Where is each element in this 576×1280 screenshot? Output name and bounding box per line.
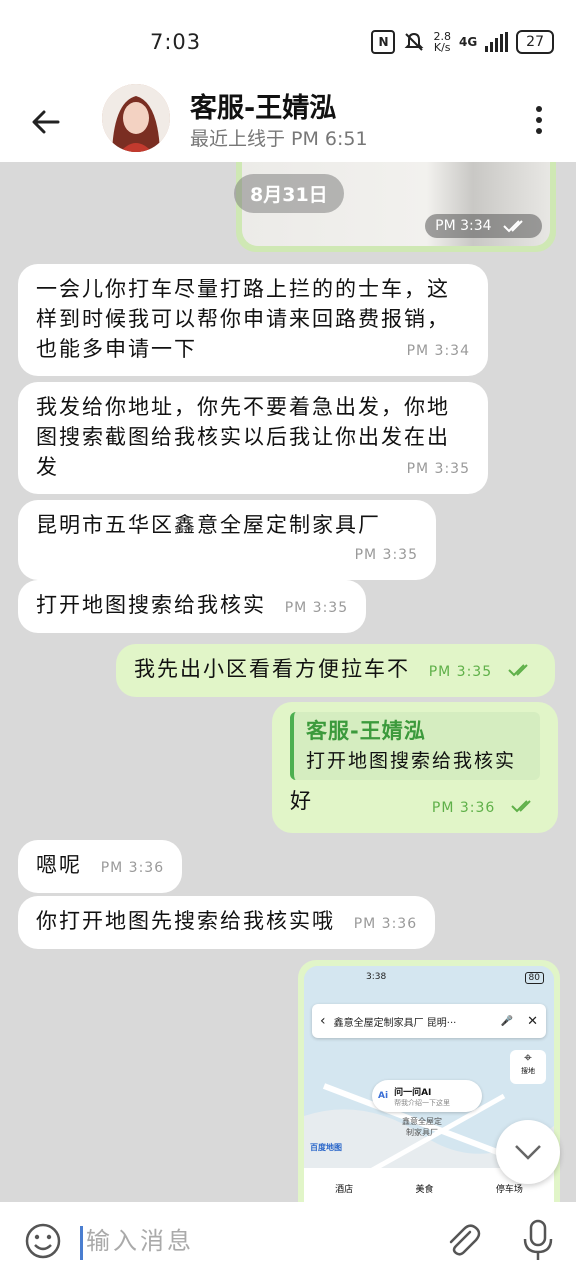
category-parking: 停车场 <box>495 1184 523 1195</box>
chevron-left-icon: ‹ <box>320 1013 326 1029</box>
message-time: PM 3:36 <box>100 860 165 876</box>
microphone-icon[interactable] <box>518 1218 558 1262</box>
screenshot-search-bar: ‹ 鑫意全屋定制家具厂 昆明··· 🎤 ✕ <box>312 1004 546 1038</box>
contact-name[interactable]: 客服-王婧泓 <box>190 86 336 125</box>
network-speed: 2.8 K/s <box>433 31 451 53</box>
dot-icon <box>536 128 542 134</box>
message-bubble[interactable]: 打开地图搜索给我核实 PM 3:35 <box>18 580 367 633</box>
dot-icon <box>536 106 542 112</box>
quoted-text: 打开地图搜索给我核实 <box>306 750 517 772</box>
status-bar: 7:03 N 2.8 K/s 4G 27 <box>0 0 576 84</box>
last-seen-status: 最近上线于 PM 6:51 <box>190 128 368 150</box>
speed-unit: K/s <box>433 41 451 54</box>
message-time: PM 3:36 <box>353 916 418 932</box>
text-cursor <box>80 1226 83 1260</box>
quoted-sender: 客服-王婧泓 <box>306 719 426 743</box>
message-time: PM 3:35 <box>284 600 349 616</box>
screenshot-time: 3:38 <box>366 972 387 982</box>
screenshot-search-text: 鑫意全屋定制家具厂 昆明··· <box>333 1017 457 1029</box>
dot-icon <box>536 117 542 123</box>
message-bubble[interactable]: 昆明市五华区鑫意全屋定制家具厂 PM 3:35 <box>18 500 436 580</box>
message-time-text: PM 3:34 <box>435 218 492 234</box>
message-bubble[interactable]: 我先出小区看看方便拉车不 PM 3:35 <box>116 644 555 697</box>
location-label: 搜地 <box>521 1067 535 1075</box>
message-input-bar <box>0 1202 576 1280</box>
message-time: PM 3:35 <box>428 664 493 680</box>
battery-icon: 27 <box>516 30 554 54</box>
message-time: PM 3:34 <box>425 214 542 238</box>
mute-bell-icon <box>405 32 424 51</box>
map-brand-label: 百度地图 <box>310 1143 342 1152</box>
avatar-image <box>102 84 170 152</box>
message-text: 昆明市五华区鑫意全屋定制家具厂 <box>36 513 381 537</box>
message-time: PM 3:34 <box>406 343 470 359</box>
message-time: PM 3:35 <box>354 547 418 563</box>
status-icons: N 2.8 K/s 4G 27 <box>371 30 554 54</box>
arrow-left-icon <box>32 110 60 134</box>
message-text: 我发给你地址，你先不要着急出发，你地图搜索截图给我核实以后我让你出发在出发 <box>36 395 450 479</box>
ai-icon: Ai <box>378 1091 389 1101</box>
screenshot-location-button: ⌖ 搜地 <box>510 1050 546 1084</box>
message-text: 一会儿你打车尽量打路上拦的的士车，这样到时候我可以帮你申请来回路费报销，也能多申… <box>36 277 450 361</box>
read-check-icon <box>511 800 531 813</box>
message-text: 你打开地图先搜索给我核实哦 <box>36 909 335 933</box>
paperclip-icon[interactable] <box>442 1220 482 1260</box>
avatar[interactable] <box>102 84 170 152</box>
location-pin-icon: ⌖ <box>524 1050 532 1066</box>
message-text: 我先出小区看看方便拉车不 <box>134 657 410 681</box>
chat-area[interactable]: PM 3:34 8月31日 一会儿你打车尽量打路上拦的的士车，这样到时候我可以帮… <box>0 162 576 1202</box>
read-check-icon <box>508 664 528 677</box>
message-time: PM 3:35 <box>406 461 470 477</box>
message-text: 嗯呢 <box>36 853 82 877</box>
chat-header: 客服-王婧泓 最近上线于 PM 6:51 <box>0 84 576 162</box>
message-bubble[interactable]: 嗯呢 PM 3:36 <box>18 840 183 893</box>
message-input[interactable] <box>84 1220 418 1262</box>
quoted-message[interactable]: 客服-王婧泓 打开地图搜索给我核实 <box>290 712 540 780</box>
date-separator: 8月31日 <box>234 174 344 213</box>
ai-sub: 帮我介绍一下这里 <box>394 1098 451 1107</box>
read-check-icon <box>503 220 523 233</box>
message-bubble[interactable]: 我发给你地址，你先不要着急出发，你地图搜索截图给我核实以后我让你出发在出发 PM… <box>18 382 488 494</box>
message-text: 好 <box>290 789 313 813</box>
nfc-icon: N <box>371 30 396 54</box>
screenshot-ai-button: Ai 问一问AI 帮我介绍一下这里 <box>372 1080 482 1112</box>
screenshot-battery: 80 <box>524 972 544 984</box>
message-bubble[interactable]: 你打开地图先搜索给我核实哦 PM 3:36 <box>18 896 436 949</box>
category-hotel: 酒店 <box>335 1184 354 1195</box>
category-food: 美食 <box>415 1184 434 1195</box>
message-text: 打开地图搜索给我核实 <box>36 593 266 617</box>
network-type: 4G <box>458 35 478 49</box>
emoji-icon[interactable] <box>24 1222 62 1260</box>
more-options-button[interactable] <box>524 100 554 140</box>
mic-icon: 🎤 <box>500 1015 514 1027</box>
chevron-down-icon <box>515 1145 541 1160</box>
back-button[interactable] <box>26 102 66 142</box>
scroll-down-button[interactable] <box>496 1120 560 1184</box>
map-place-label: 鑫意全屋定 制家具厂 <box>402 1117 442 1137</box>
status-time: 7:03 <box>150 30 202 54</box>
reply-message-bubble[interactable]: 客服-王婧泓 打开地图搜索给我核实 好 PM 3:36 <box>272 702 558 833</box>
ai-label: 问一问AI <box>394 1087 432 1098</box>
message-time: PM 3:36 <box>431 800 496 816</box>
message-bubble[interactable]: 一会儿你打车尽量打路上拦的的士车，这样到时候我可以帮你申请来回路费报销，也能多申… <box>18 264 488 376</box>
close-icon: ✕ <box>527 1013 538 1029</box>
signal-icon <box>485 32 509 52</box>
battery-level: 27 <box>526 34 544 50</box>
